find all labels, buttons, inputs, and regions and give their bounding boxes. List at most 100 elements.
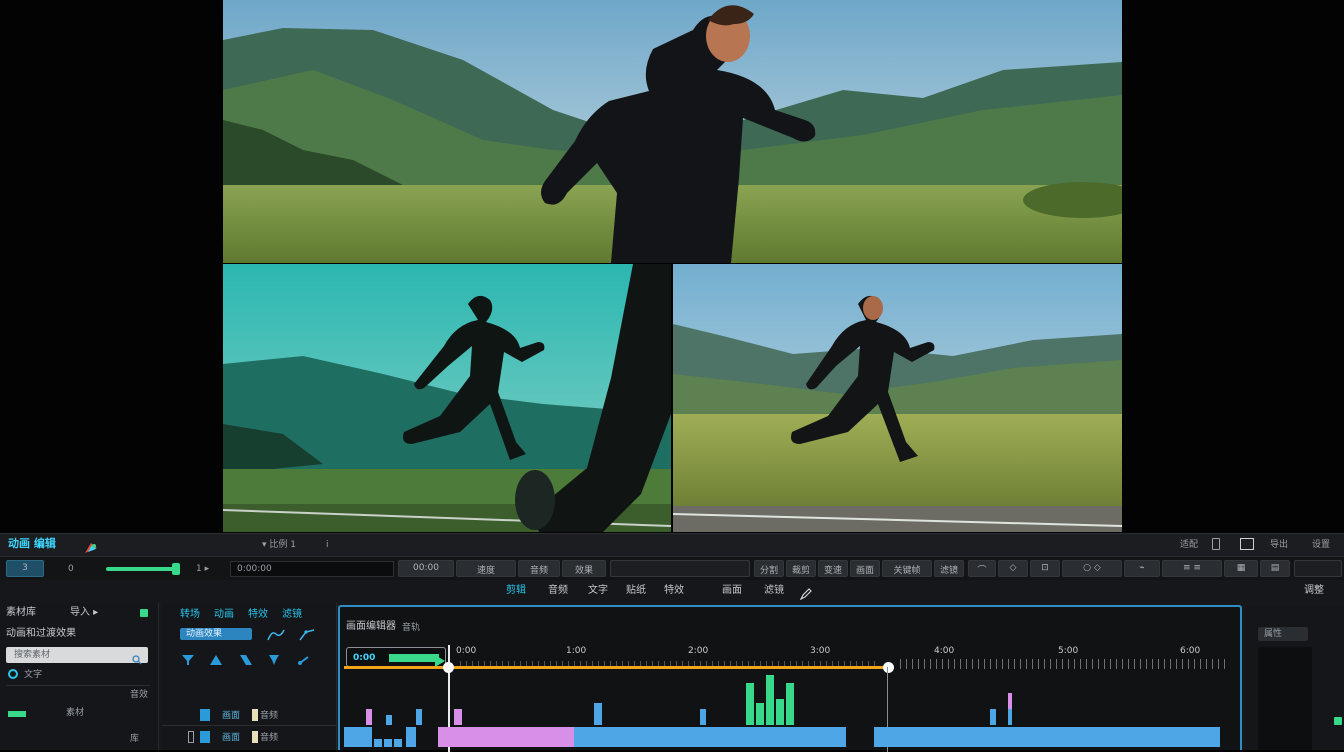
export-button[interactable]: 导出 xyxy=(1270,539,1288,551)
tab-audio[interactable]: 音频 xyxy=(548,585,568,597)
playhead-range-track[interactable] xyxy=(344,666,886,669)
playhead-end-handle[interactable] xyxy=(883,662,894,673)
tab-picture[interactable]: 画面 xyxy=(722,585,742,597)
extra-field[interactable] xyxy=(1294,560,1342,577)
library-item-media[interactable]: 素材 xyxy=(66,707,84,719)
adjust-button[interactable]: 调整 xyxy=(1304,585,1324,597)
media-library-title: 素材库 xyxy=(6,607,36,618)
category-tabs: 剪辑 音频 文字 贴纸 特效 画面 滤镜 调整 xyxy=(0,580,1344,602)
import-button[interactable]: 导入 ▸ xyxy=(70,607,98,619)
file-icon[interactable] xyxy=(1212,538,1220,550)
effects-tab-animation[interactable]: 动画 xyxy=(214,609,234,621)
link-button[interactable]: ⌁ xyxy=(1124,560,1160,577)
divider xyxy=(6,685,150,686)
export-frame-icon[interactable] xyxy=(1240,538,1254,550)
timeline-clip[interactable] xyxy=(394,739,402,747)
row2-marker xyxy=(252,731,258,743)
toolbar-button-7[interactable]: 变速 xyxy=(818,560,848,577)
curve-icon[interactable] xyxy=(266,627,286,641)
timeline-clip-pink[interactable] xyxy=(438,727,574,747)
mask-button[interactable]: ○ ◇ xyxy=(1062,560,1122,577)
slant-icon[interactable] xyxy=(240,650,252,665)
lock-icon[interactable] xyxy=(188,731,194,743)
level-bar xyxy=(366,709,372,725)
toolbar-button-9[interactable]: 关键帧 xyxy=(882,560,932,577)
crop-button[interactable]: ⊡ xyxy=(1030,560,1060,577)
link-icon[interactable] xyxy=(298,650,310,665)
color-palette-icon[interactable] xyxy=(84,539,98,553)
effects-tab-transition[interactable]: 转场 xyxy=(180,609,200,621)
triangle-icon[interactable] xyxy=(210,650,222,665)
timeline-clip[interactable] xyxy=(406,727,416,747)
search-icon[interactable] xyxy=(132,650,142,665)
toolbar-button-5[interactable]: 分割 xyxy=(754,560,784,577)
level-bar xyxy=(746,683,754,725)
green-clip-thumbnail[interactable] xyxy=(8,711,26,717)
ease-icon[interactable] xyxy=(298,627,316,641)
timeline-clip-blue-2[interactable] xyxy=(874,727,1220,747)
funnel-icon[interactable] xyxy=(182,650,194,665)
ratio-selector[interactable]: ▾ 比例 1 xyxy=(262,539,296,551)
timeline-clip[interactable] xyxy=(344,727,372,747)
row1-label-b: 音频 xyxy=(260,711,279,721)
flag-icon[interactable] xyxy=(268,650,280,665)
level-bar xyxy=(416,709,422,725)
timeline-clip-blue[interactable] xyxy=(574,727,846,747)
add-circle-icon[interactable] xyxy=(8,669,18,679)
timeline-panel: 画面编辑器 音轨 0:00 1:00 2:00 3:00 4:00 5:00 6… xyxy=(338,605,1242,752)
selected-effect-chip[interactable]: 动画效果 xyxy=(180,628,252,640)
properties-panel: 属性 xyxy=(1246,605,1344,750)
effects-tab-filter[interactable]: 滤镜 xyxy=(282,609,302,621)
preview-frame-bottom-right[interactable] xyxy=(673,264,1122,532)
library-item-text[interactable]: 文字 xyxy=(24,669,42,681)
toolbar-button-6[interactable]: 裁剪 xyxy=(786,560,816,577)
tab-edit[interactable]: 剪辑 xyxy=(506,585,526,597)
preview-frame-top[interactable] xyxy=(223,0,1122,263)
layout-toggle-button[interactable]: 3 xyxy=(6,560,44,577)
timecode-field[interactable]: 0:00:00 xyxy=(230,561,394,577)
align-button[interactable]: ≡ ≡ xyxy=(1162,560,1222,577)
controls-toolbar: 3 0 1 ▸ 0:00:00 00:00 速度 音频 效果 分割 裁剪 变速 … xyxy=(0,556,1344,582)
current-clip-badge[interactable]: 0:00 xyxy=(346,647,446,667)
level-bar xyxy=(756,703,764,725)
preview-frame-bottom-left[interactable] xyxy=(223,264,671,532)
toolbar-button-3[interactable]: 音频 xyxy=(518,560,560,577)
tab-filter[interactable]: 滤镜 xyxy=(764,585,784,597)
volume-slider-handle[interactable] xyxy=(172,563,180,575)
time-marker-4: 4:00 xyxy=(934,646,955,656)
speed-control[interactable]: 1 ▸ xyxy=(196,563,209,575)
keyframe-button[interactable]: ◇ xyxy=(998,560,1028,577)
volume-slider[interactable] xyxy=(106,567,176,571)
library-search-input[interactable]: 搜索素材 xyxy=(6,647,148,665)
toolbar-button-4[interactable]: 效果 xyxy=(562,560,606,577)
fit-button[interactable]: 适配 xyxy=(1180,539,1198,551)
toolbar-button-8[interactable]: 画面 xyxy=(850,560,880,577)
toolbar-button-1[interactable]: 00:00 xyxy=(398,560,454,577)
clip-square-icon[interactable] xyxy=(200,709,210,721)
pen-icon[interactable] xyxy=(799,585,812,601)
tab-text[interactable]: 文字 xyxy=(588,585,608,597)
status-indicator xyxy=(1334,717,1342,725)
properties-tab[interactable]: 属性 xyxy=(1258,627,1308,641)
video-preview-area xyxy=(0,0,1344,533)
tab-sticker[interactable]: 贴纸 xyxy=(626,585,646,597)
library-item-lib[interactable]: 库 xyxy=(130,733,139,745)
grid-button[interactable]: ▦ xyxy=(1224,560,1258,577)
toolbar-button-2[interactable]: 速度 xyxy=(456,560,516,577)
timeline-clip[interactable] xyxy=(384,739,392,747)
timeline-clip[interactable] xyxy=(374,739,382,747)
clip-square-icon-2[interactable] xyxy=(200,731,210,743)
tab-effects[interactable]: 特效 xyxy=(664,585,684,597)
settings-button[interactable]: 设置 xyxy=(1312,539,1330,551)
effects-tab-effects[interactable]: 特效 xyxy=(248,609,268,621)
toolbar-button-10[interactable]: 滤镜 xyxy=(934,560,964,577)
playhead-start-handle[interactable] xyxy=(443,662,454,673)
toolbar-spacer-field[interactable] xyxy=(610,560,750,577)
curve-tool-button[interactable]: ⌒ xyxy=(968,560,996,577)
level-bar xyxy=(700,709,706,725)
layers-button[interactable]: ▤ xyxy=(1260,560,1290,577)
timeline-title: 画面编辑器 xyxy=(346,621,396,632)
runner-image-bottom-right xyxy=(673,264,1122,532)
time-marker-1: 1:00 xyxy=(566,646,587,656)
library-item-sound[interactable]: 音效 xyxy=(130,689,148,701)
